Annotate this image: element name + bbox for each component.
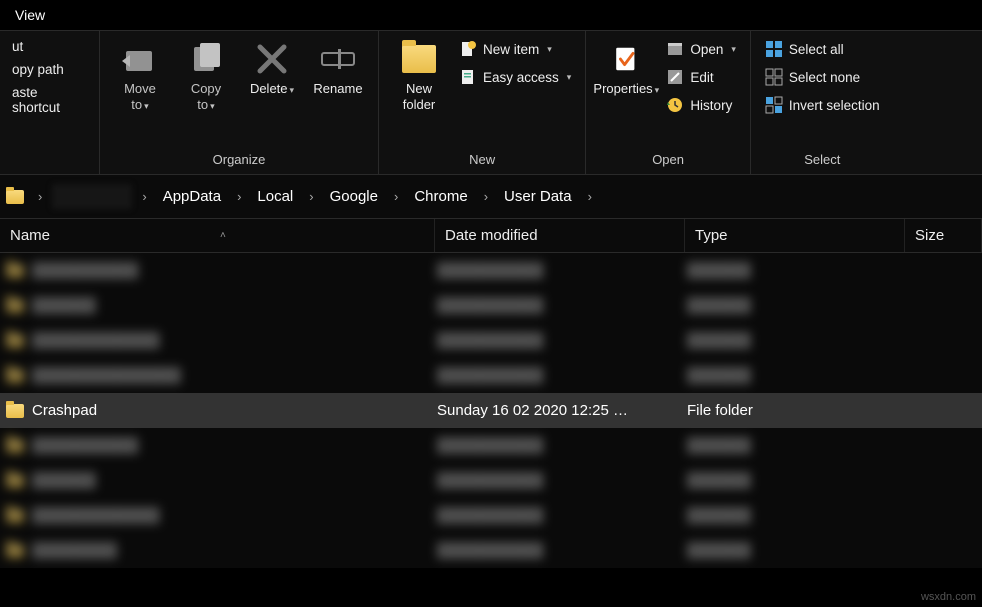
edit-icon (666, 68, 684, 86)
breadcrumb-item[interactable]: User Data (498, 184, 578, 209)
list-item[interactable]: ██████████████████████ (0, 463, 982, 498)
paste-shortcut-button[interactable]: aste shortcut (10, 83, 89, 117)
list-item[interactable]: ██████████████████████████ (0, 253, 982, 288)
group-label (10, 164, 89, 170)
easy-access-icon (459, 68, 477, 86)
open-button[interactable]: Open▾ (662, 37, 740, 61)
folder-icon (6, 404, 24, 418)
ribbon-group-organize: Moveto▾ Copyto▾ Delete▾ Rename (100, 31, 379, 174)
breadcrumb-item[interactable]: AppData (157, 184, 227, 209)
list-item-selected[interactable]: Crashpad Sunday 16 02 2020 12:25 … File … (0, 393, 982, 428)
copy-path-button[interactable]: opy path (10, 60, 89, 79)
list-item[interactable]: ████████████████████████ (0, 533, 982, 568)
menu-bar: View (0, 0, 982, 30)
group-label-new: New (389, 149, 575, 170)
location-folder-icon (6, 190, 24, 204)
chevron-right-icon[interactable]: › (32, 185, 48, 208)
column-size[interactable]: Size (905, 219, 982, 252)
history-button[interactable]: History (662, 93, 740, 117)
column-name[interactable]: Name˄ (0, 219, 435, 252)
history-icon (666, 96, 684, 114)
list-item[interactable]: ██████████████████████ (0, 288, 982, 323)
folder-icon (6, 264, 24, 278)
chevron-right-icon[interactable]: › (388, 185, 404, 208)
folder-icon (6, 439, 24, 453)
select-none-icon (765, 68, 783, 86)
list-item[interactable]: ████████████████████████████ (0, 498, 982, 533)
new-item-icon (459, 40, 477, 58)
breadcrumb-item[interactable]: Google (324, 184, 384, 209)
rename-button[interactable]: Rename (308, 35, 368, 101)
sort-indicator-icon: ˄ (220, 230, 226, 241)
copy-to-button[interactable]: Copyto▾ (176, 35, 236, 116)
list-item[interactable]: ██████████████████████████████ (0, 358, 982, 393)
properties-button[interactable]: Properties▾ (596, 35, 656, 101)
ribbon-group-clipboard: ut opy path aste shortcut (0, 31, 100, 174)
chevron-right-icon[interactable]: › (478, 185, 494, 208)
menu-view[interactable]: View (5, 1, 55, 29)
ribbon-group-open: Properties▾ Open▾ Edit History Open (586, 31, 751, 174)
file-type: File folder (687, 402, 907, 419)
chevron-right-icon[interactable]: › (136, 185, 152, 208)
folder-icon (399, 39, 439, 79)
list-item[interactable]: ████████████████████████████ (0, 323, 982, 358)
new-item-button[interactable]: New item▾ (455, 37, 575, 61)
invert-selection-icon (765, 96, 783, 114)
column-type[interactable]: Type (685, 219, 905, 252)
folder-icon (6, 334, 24, 348)
delete-button[interactable]: Delete▾ (242, 35, 302, 101)
column-date-modified[interactable]: Date modified (435, 219, 685, 252)
delete-icon (252, 39, 292, 79)
copy-to-icon (186, 39, 226, 79)
folder-icon (6, 299, 24, 313)
easy-access-button[interactable]: Easy access▾ (455, 65, 575, 89)
breadcrumb-redacted[interactable] (52, 184, 132, 209)
column-headers: Name˄ Date modified Type Size (0, 219, 982, 253)
new-folder-button[interactable]: Newfolder (389, 35, 449, 116)
chevron-right-icon[interactable]: › (582, 185, 598, 208)
chevron-right-icon[interactable]: › (303, 185, 319, 208)
select-all-icon (765, 40, 783, 58)
cut-button[interactable]: ut (10, 37, 89, 56)
group-label-open: Open (596, 149, 740, 170)
file-name: Crashpad (32, 402, 437, 419)
edit-button[interactable]: Edit (662, 65, 740, 89)
breadcrumb-item[interactable]: Chrome (408, 184, 473, 209)
select-none-button[interactable]: Select none (761, 65, 884, 89)
list-item[interactable]: ██████████████████████████ (0, 428, 982, 463)
folder-icon (6, 474, 24, 488)
group-label-organize: Organize (110, 149, 368, 170)
chevron-right-icon[interactable]: › (231, 185, 247, 208)
group-label-select: Select (761, 149, 884, 170)
file-date: Sunday 16 02 2020 12:25 … (437, 402, 687, 419)
ribbon-group-new: Newfolder New item▾ Easy access▾ New (379, 31, 586, 174)
ribbon-group-select: Select all Select none Invert selection … (751, 31, 894, 174)
watermark: wsxdn.com (921, 591, 976, 603)
ribbon: ut opy path aste shortcut Moveto▾ Copyto… (0, 30, 982, 175)
folder-icon (6, 369, 24, 383)
invert-selection-button[interactable]: Invert selection (761, 93, 884, 117)
rename-icon (318, 39, 358, 79)
properties-icon (606, 39, 646, 79)
open-icon (666, 40, 684, 58)
select-all-button[interactable]: Select all (761, 37, 884, 61)
breadcrumb-bar[interactable]: › › AppData › Local › Google › Chrome › … (0, 175, 982, 219)
folder-icon (6, 544, 24, 558)
breadcrumb-item[interactable]: Local (251, 184, 299, 209)
file-list: ██████████████████████████ █████████████… (0, 253, 982, 568)
move-to-icon (120, 39, 160, 79)
move-to-button[interactable]: Moveto▾ (110, 35, 170, 116)
folder-icon (6, 509, 24, 523)
